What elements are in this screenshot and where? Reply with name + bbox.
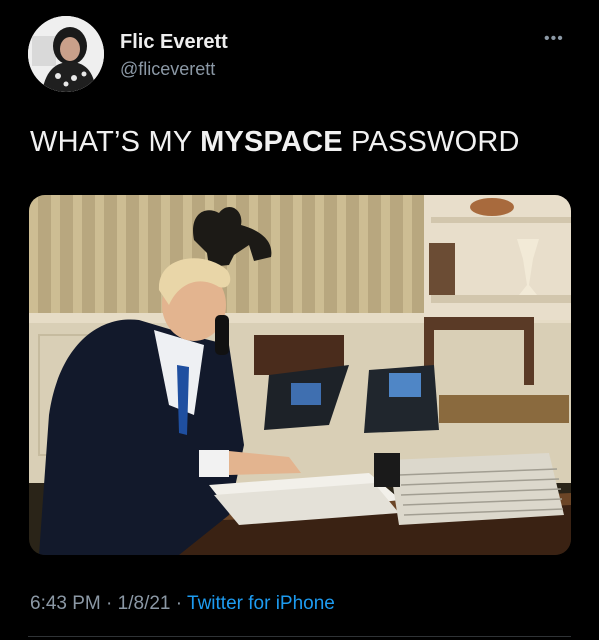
more-options-icon[interactable]: ••• xyxy=(544,31,564,47)
tweet-text: WHAT’S MY MYSPACE PASSWORD xyxy=(30,126,520,159)
divider xyxy=(28,636,571,637)
tweet-meta: 6:43 PM · 1/8/21 · Twitter for iPhone xyxy=(30,593,335,615)
tweet-text-bold: MYSPACE xyxy=(200,126,343,158)
photo-illustration xyxy=(29,195,571,555)
tweet-source-link[interactable]: Twitter for iPhone xyxy=(187,593,335,614)
avatar-image xyxy=(28,16,104,92)
tweet-time[interactable]: 6:43 PM xyxy=(30,593,101,614)
tweet-text-before: WHAT’S MY xyxy=(30,126,201,158)
meta-separator: · xyxy=(100,593,118,614)
tweet-date[interactable]: 1/8/21 xyxy=(118,593,171,614)
meta-separator: · xyxy=(170,593,188,614)
author-display-name[interactable]: Flic Everett xyxy=(120,31,228,54)
author-handle[interactable]: @fliceverett xyxy=(120,59,215,80)
tweet-text-after: PASSWORD xyxy=(342,126,520,158)
tweet-media-photo[interactable] xyxy=(29,195,571,555)
avatar[interactable] xyxy=(28,16,104,92)
